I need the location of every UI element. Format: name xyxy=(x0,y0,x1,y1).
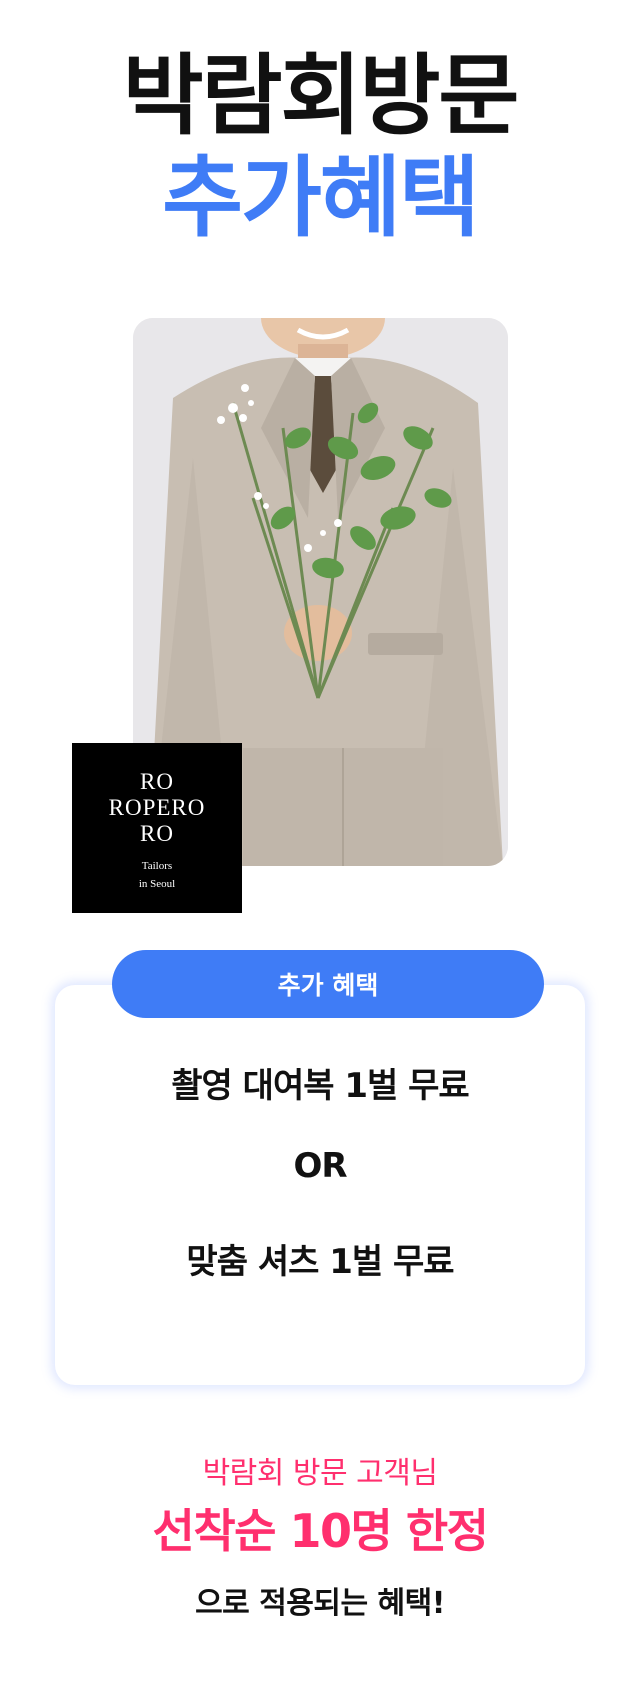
page-subtitle: 추가혜택 xyxy=(162,146,480,249)
brand-logo-line: RO xyxy=(140,821,174,846)
brand-logo-subtitle: Tailors xyxy=(141,860,173,872)
benefit-tag: 추가 혜택 xyxy=(112,950,544,1018)
brand-logo: RO ROPERO RO Tailors in Seoul xyxy=(72,743,242,913)
brand-logo-line: RO xyxy=(140,769,174,794)
brand-logo-line: ROPERO xyxy=(108,795,206,820)
benefit-option-shirt: 맞춤 셔츠 1벌 무료 xyxy=(186,1242,454,1282)
brand-logo-subtitle: in Seoul xyxy=(138,878,176,890)
footer-notice: 박람회 방문 고객님 xyxy=(202,1456,438,1491)
page-title: 박람회방문 xyxy=(122,44,520,147)
benefit-option-rental: 촬영 대여복 1벌 무료 xyxy=(171,1066,469,1106)
footer-caption: 으로 적용되는 혜택! xyxy=(195,1586,445,1621)
footer-highlight: 선착순 10명 한정 xyxy=(152,1504,489,1558)
benefit-or-divider: OR xyxy=(293,1146,347,1186)
